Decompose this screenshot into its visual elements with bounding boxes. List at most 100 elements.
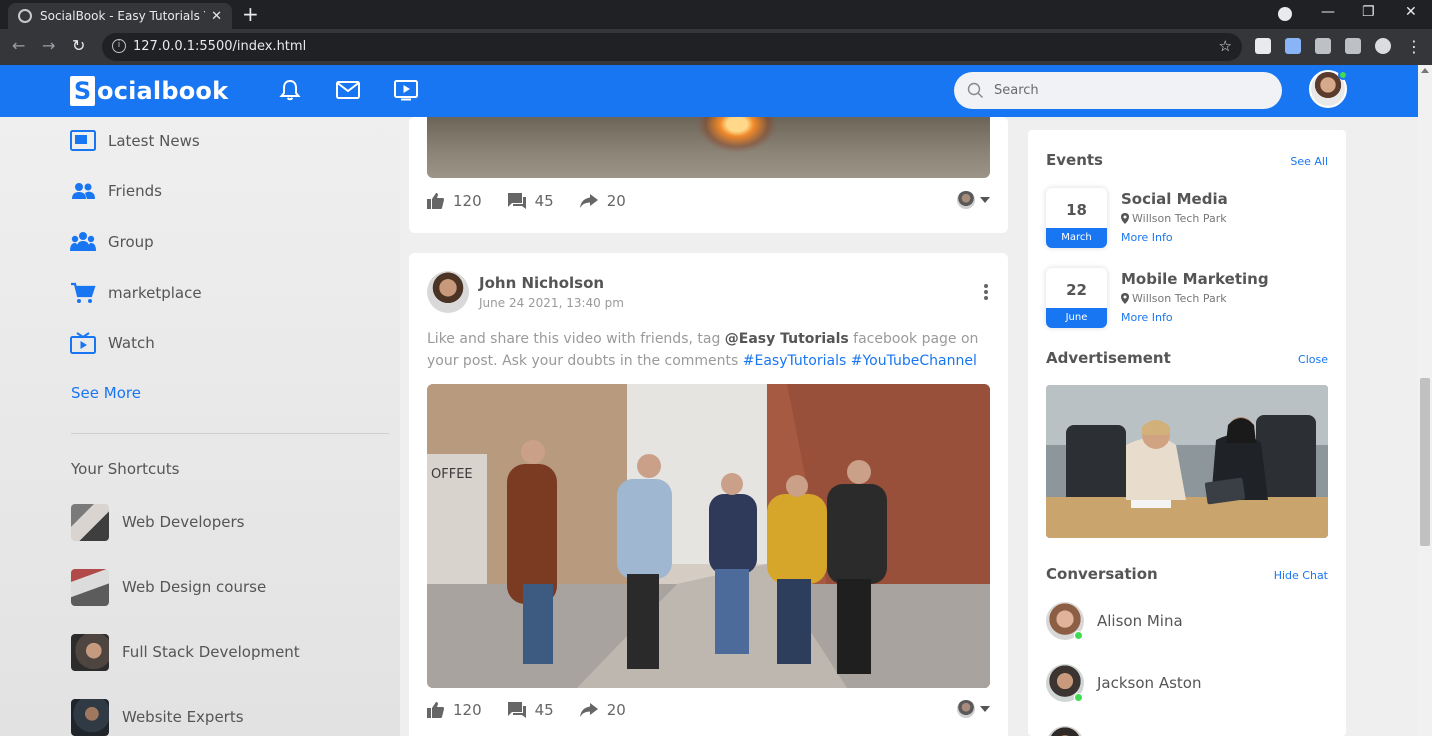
event-date-box: 18 March xyxy=(1046,188,1107,248)
post-image[interactable] xyxy=(427,117,990,178)
more-info-link[interactable]: More Info xyxy=(1121,311,1173,324)
group-icon xyxy=(70,232,96,251)
hashtag-link[interactable]: #EasyTutorials xyxy=(743,353,847,369)
event-location: Willson Tech Park xyxy=(1121,292,1227,305)
event-day: 22 xyxy=(1066,281,1087,299)
author-name[interactable]: John Nicholson xyxy=(479,274,624,292)
post-audience-selector[interactable] xyxy=(957,191,990,209)
shortcut-thumbnail xyxy=(71,633,109,671)
search-box xyxy=(954,72,1282,109)
profile-icon[interactable] xyxy=(1375,38,1391,54)
back-icon[interactable]: ← xyxy=(12,36,25,55)
share-icon xyxy=(579,703,598,717)
contact-item[interactable]: Alison Mina xyxy=(1046,602,1183,640)
event-month: March xyxy=(1046,228,1107,248)
forward-icon[interactable]: → xyxy=(42,36,55,55)
shortcut-full-stack-development[interactable]: Full Stack Development xyxy=(71,633,300,671)
event-location-text: Willson Tech Park xyxy=(1132,292,1227,305)
location-pin-icon xyxy=(1121,213,1129,224)
address-bar[interactable]: i 127.0.0.1:5500/index.html ☆ xyxy=(102,33,1242,61)
shortcut-label: Web Developers xyxy=(122,513,245,531)
event-location-text: Willson Tech Park xyxy=(1132,212,1227,225)
post-image[interactable]: OFFEE xyxy=(427,384,990,688)
post-card: 120 45 20 xyxy=(409,117,1008,233)
shortcut-web-design-course[interactable]: Web Design course xyxy=(71,568,266,606)
browser-tab[interactable]: SocialBook - Easy Tutorials YouTu ✕ xyxy=(8,3,232,29)
close-window-icon[interactable]: ✕ xyxy=(1405,4,1417,20)
share-button[interactable]: 20 xyxy=(579,192,626,210)
restore-icon[interactable]: ❐ xyxy=(1362,4,1375,20)
post-actions: 120 45 20 xyxy=(427,189,990,213)
sidebar-item-marketplace[interactable]: marketplace xyxy=(70,278,202,308)
bookmark-star-icon[interactable]: ☆ xyxy=(1219,37,1232,55)
like-button[interactable]: 120 xyxy=(427,701,482,719)
browser-tab-strip: SocialBook - Easy Tutorials YouTu ✕ + — … xyxy=(0,0,1432,29)
scroll-up-arrow-icon[interactable] xyxy=(1421,68,1429,73)
scrollbar-thumb[interactable] xyxy=(1420,378,1430,546)
inbox-mail-icon[interactable] xyxy=(335,78,361,102)
shortcuts-heading: Your Shortcuts xyxy=(71,460,180,478)
like-count: 120 xyxy=(453,192,482,210)
thumbs-up-icon xyxy=(427,702,444,718)
comment-button[interactable]: 45 xyxy=(507,192,554,210)
post-options-icon[interactable] xyxy=(984,284,988,302)
mini-avatar xyxy=(957,700,975,718)
advertisement-image[interactable] xyxy=(1046,385,1328,538)
close-ad-link[interactable]: Close xyxy=(1298,353,1328,366)
conversation-title: Conversation xyxy=(1046,565,1158,583)
tab-title: SocialBook - Easy Tutorials YouTu xyxy=(40,9,205,23)
author-avatar[interactable] xyxy=(427,271,469,313)
sidebar-item-friends[interactable]: Friends xyxy=(70,176,162,206)
right-sidebar: Events See All 18 March Social Media Wil… xyxy=(1028,130,1346,736)
event-item: 22 June Mobile Marketing Willson Tech Pa… xyxy=(1046,268,1328,328)
browser-menu-icon[interactable]: ⋮ xyxy=(1406,37,1422,56)
reload-icon[interactable]: ↻ xyxy=(72,36,85,55)
post-audience-selector[interactable] xyxy=(957,700,990,718)
user-avatar[interactable] xyxy=(1309,70,1348,108)
online-status-dot xyxy=(1338,70,1348,80)
shortcut-website-experts[interactable]: Website Experts xyxy=(71,698,244,736)
extension-upload-icon[interactable] xyxy=(1285,38,1301,54)
see-all-link[interactable]: See All xyxy=(1290,155,1328,168)
extension-camera-icon[interactable] xyxy=(1315,38,1331,54)
hide-chat-link[interactable]: Hide Chat xyxy=(1274,569,1328,582)
event-location: Willson Tech Park xyxy=(1121,212,1227,225)
extension-m-icon[interactable] xyxy=(1255,38,1271,54)
page-scrollbar[interactable] xyxy=(1418,65,1432,736)
new-tab-button[interactable]: + xyxy=(242,2,259,26)
contact-item[interactable] xyxy=(1046,726,1097,736)
campfire-image-detail xyxy=(697,117,777,153)
like-button[interactable]: 120 xyxy=(427,192,482,210)
post-date: June 24 2021, 13:40 pm xyxy=(479,296,624,310)
event-day: 18 xyxy=(1066,201,1087,219)
site-info-icon[interactable]: i xyxy=(112,39,126,53)
post-actions: 120 45 20 xyxy=(427,698,990,722)
browser-toolbar: ← → ↻ i 127.0.0.1:5500/index.html ☆ xyxy=(0,29,1432,65)
events-title: Events xyxy=(1046,151,1103,169)
advertisement-heading: Advertisement Close xyxy=(1046,349,1328,367)
tab-search-icon[interactable] xyxy=(1278,7,1292,21)
logo[interactable]: S ocialbook xyxy=(70,76,228,106)
hashtag-link[interactable]: #YouTubeChannel xyxy=(851,353,977,369)
notification-bell-icon[interactable] xyxy=(277,78,303,102)
sidebar-item-watch[interactable]: Watch xyxy=(70,328,155,358)
share-button[interactable]: 20 xyxy=(579,701,626,719)
comment-button[interactable]: 45 xyxy=(507,701,554,719)
close-tab-icon[interactable]: ✕ xyxy=(211,9,222,24)
search-input[interactable] xyxy=(994,80,1264,100)
sidebar-item-latest-news[interactable]: Latest News xyxy=(70,126,200,156)
friends-walking-photo: OFFEE xyxy=(427,384,990,688)
video-icon[interactable] xyxy=(393,78,419,102)
event-month: June xyxy=(1046,308,1107,328)
shortcut-thumbnail xyxy=(71,568,109,606)
minimize-icon[interactable]: — xyxy=(1321,4,1335,20)
comment-count: 45 xyxy=(534,701,554,719)
see-more-link[interactable]: See More xyxy=(71,384,141,402)
extensions-puzzle-icon[interactable] xyxy=(1345,38,1361,54)
shortcut-web-developers[interactable]: Web Developers xyxy=(71,503,244,541)
sidebar-item-group[interactable]: Group xyxy=(70,227,154,257)
more-info-link[interactable]: More Info xyxy=(1121,231,1173,244)
mention-tag[interactable]: @Easy Tutorials xyxy=(725,331,849,347)
location-pin-icon xyxy=(1121,293,1129,304)
contact-item[interactable]: Jackson Aston xyxy=(1046,664,1201,702)
